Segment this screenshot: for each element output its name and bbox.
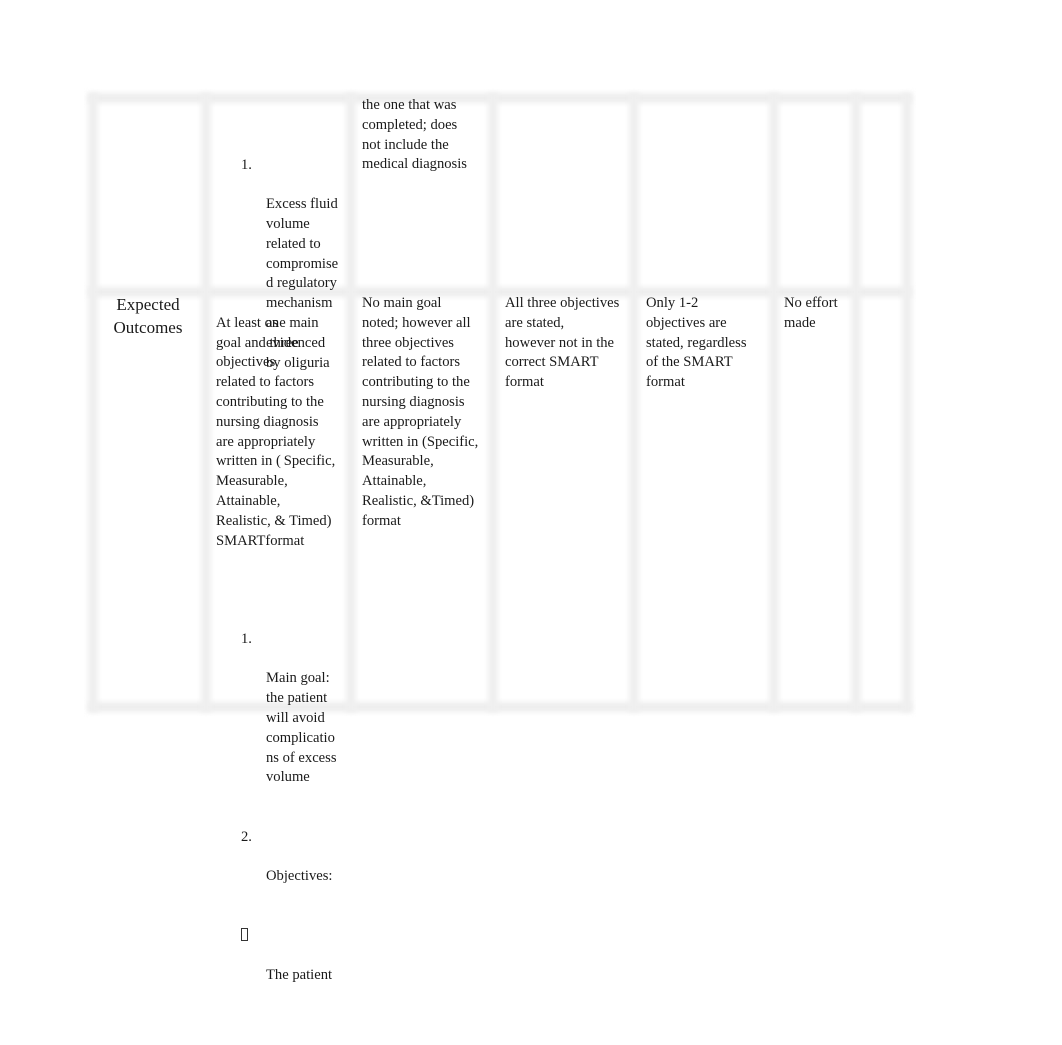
table-column-divider — [629, 93, 639, 712]
table-border-bottom — [88, 702, 912, 712]
cell-partial: No main goal noted; however all three ob… — [362, 295, 479, 529]
list-item: 2. Objectives: — [216, 828, 350, 907]
document-page: 1. Excess fluid volume related to compro… — [0, 0, 1062, 983]
bullet-icon — [241, 927, 248, 947]
list-number: 2. — [241, 828, 252, 845]
list-item-text: The patient — [266, 967, 333, 984]
cell-col-4: Only 1-2 objectives are stated, regardle… — [646, 295, 747, 391]
list-item-text: Main goal: the patient will avoid compli… — [266, 670, 337, 786]
table-border-right — [902, 93, 912, 712]
outcomes-list: 1. Main goal: the patient will avoid com… — [216, 610, 350, 1026]
cell-partial: the one that was completed; does not inc… — [362, 97, 467, 173]
table-column-divider — [769, 93, 779, 712]
list-number: 1. — [241, 156, 252, 173]
list-number: 1. — [241, 630, 252, 647]
table-border-top — [88, 93, 912, 103]
row-label-expected-outcomes: Expected Outcomes — [113, 295, 183, 337]
list-item: The patient — [216, 927, 350, 1006]
cell-col-3: All three objectives are stated, however… — [505, 295, 620, 391]
list-item-text: Objectives: — [266, 868, 333, 885]
cell-col-5: No effort made — [784, 295, 838, 331]
criteria-intro-text: At least one main goal and three objecti… — [216, 314, 336, 549]
table-column-divider — [201, 93, 211, 712]
cell-criteria: At least one main goal and three objecti… — [216, 294, 350, 1045]
table-column-divider — [88, 93, 98, 712]
table-column-divider — [851, 93, 861, 712]
list-item: 1. Main goal: the patient will avoid com… — [216, 630, 350, 808]
